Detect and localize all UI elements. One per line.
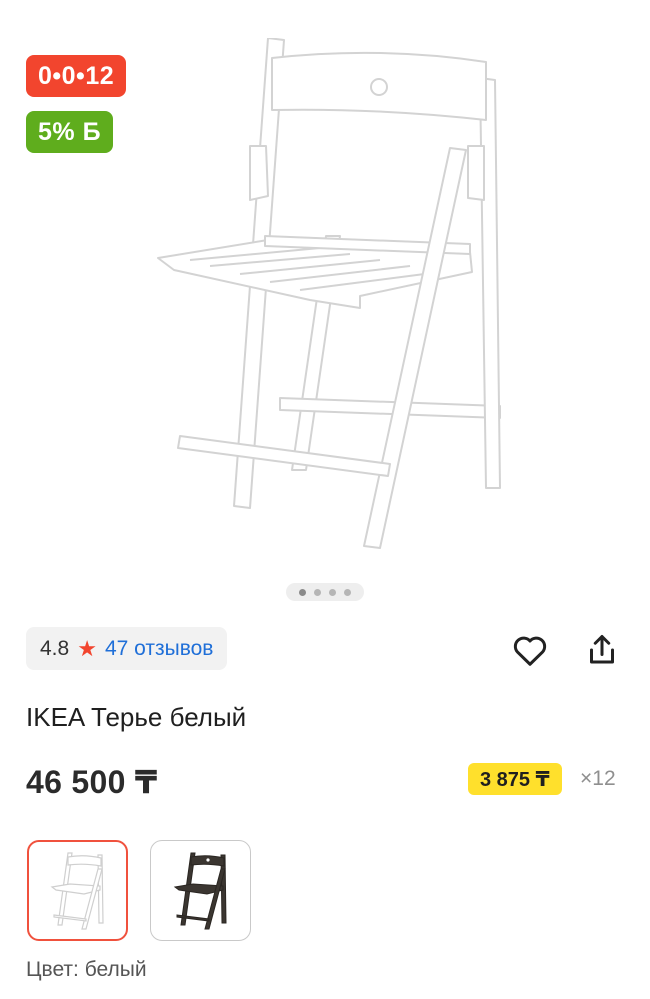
variant-black-chair[interactable] (150, 840, 251, 941)
product-title: IKEA Терье белый (26, 702, 247, 732)
rating-score: 4.8 (40, 636, 70, 660)
bonus-badge: 5% Б (26, 111, 114, 153)
gallery-dot[interactable] (314, 588, 321, 596)
installment-term: ×12 (580, 767, 616, 790)
installment-badge: 0•0•12 (26, 55, 127, 97)
product-image-chair (157, 38, 501, 549)
rating-reviews-button[interactable]: 4.8 ★ 47 отзывов (26, 627, 228, 670)
star-icon: ★ (77, 635, 97, 661)
product-price: 46 500 ₸ (26, 764, 158, 800)
share-icon (590, 635, 614, 664)
variant-white-thumbnail (50, 851, 104, 930)
installment-price[interactable]: 3 875 ₸ (468, 763, 562, 795)
gallery-dot[interactable] (344, 588, 351, 596)
variant-white-chair[interactable] (27, 840, 128, 941)
gallery-dot[interactable] (329, 588, 336, 596)
gallery-pagination[interactable] (286, 583, 364, 601)
share-button[interactable] (582, 630, 622, 670)
reviews-link[interactable]: 47 отзывов (105, 637, 214, 661)
variant-black-thumbnail (173, 852, 227, 929)
gallery-dot[interactable] (299, 588, 306, 596)
favorite-button[interactable] (510, 630, 550, 670)
product-image-gallery[interactable]: 0•0•12 5% Б (0, 0, 650, 610)
selected-color-label: Цвет: белый (26, 958, 147, 981)
heart-icon (513, 636, 547, 666)
